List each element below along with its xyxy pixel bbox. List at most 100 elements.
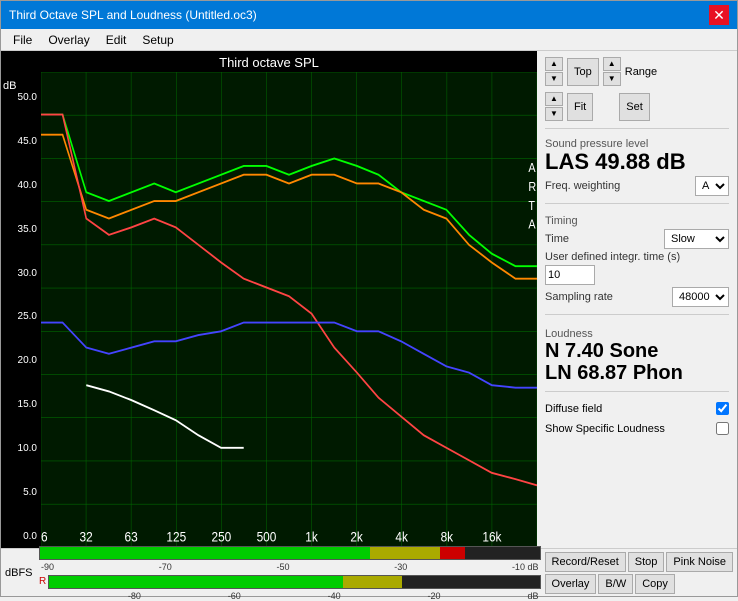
menu-edit[interactable]: Edit [98, 32, 135, 48]
y-tick-30: 30.0 [1, 268, 39, 279]
sampling-rate-row: Sampling rate 44100 48000 96000 [545, 287, 729, 307]
main-content: Third octave SPL dB 50.0 45.0 40.0 35.0 … [1, 51, 737, 548]
svg-text:500: 500 [257, 529, 277, 545]
action-buttons: Record/Reset Stop Pink Noise Overlay B/W… [545, 552, 733, 594]
range-up-button[interactable]: ▲ [603, 57, 621, 71]
stop-button[interactable]: Stop [628, 552, 665, 572]
menu-setup[interactable]: Setup [134, 32, 181, 48]
svg-text:8k: 8k [441, 529, 454, 545]
svg-text:1k: 1k [305, 529, 318, 545]
title-bar: Third Octave SPL and Loudness (Untitled.… [1, 1, 737, 29]
right-panel: ▲ ▼ Top ▲ ▼ Range ▲ ▼ Fit Set [537, 51, 737, 548]
window-title: Third Octave SPL and Loudness (Untitled.… [9, 8, 257, 22]
top-nav-group: ▲ ▼ [545, 57, 563, 86]
svg-text:2k: 2k [350, 529, 363, 545]
top-down-button[interactable]: ▼ [545, 72, 563, 86]
svg-text:T: T [528, 199, 535, 213]
ln-value: LN 68.87 Phon [545, 362, 729, 384]
fit-down-button[interactable]: ▼ [545, 107, 563, 121]
timing-section: Timing Time Slow Fast Impulse User defin… [545, 213, 729, 307]
y-tick-45: 45.0 [1, 136, 39, 147]
pink-noise-button[interactable]: Pink Noise [666, 552, 733, 572]
user-integr-row: User defined integr. time (s) [545, 251, 729, 285]
sampling-rate-label: Sampling rate [545, 291, 613, 303]
time-label: Time [545, 233, 569, 245]
svg-text:125: 125 [166, 529, 186, 545]
diffuse-field-row: Diffuse field [545, 402, 729, 415]
freq-weighting-select[interactable]: A B C Z [695, 176, 729, 196]
user-integr-label: User defined integr. time (s) [545, 251, 680, 263]
divider-3 [545, 314, 729, 315]
top-up-button[interactable]: ▲ [545, 57, 563, 71]
chart-area: Third octave SPL dB 50.0 45.0 40.0 35.0 … [1, 51, 537, 548]
fit-button[interactable]: Fit [567, 93, 593, 121]
action-btn-row-1: Record/Reset Stop Pink Noise [545, 552, 733, 572]
chart-canvas: 16 32 63 125 250 500 1k 2k 4k 8k 16k A R [41, 72, 537, 548]
r-label: R [39, 576, 46, 587]
y-tick-15: 15.0 [1, 399, 39, 410]
divider-2 [545, 203, 729, 204]
y-tick-5: 5.0 [1, 487, 39, 498]
diffuse-field-checkbox[interactable] [716, 402, 729, 415]
y-axis: dB 50.0 45.0 40.0 35.0 30.0 25.0 20.0 15… [1, 72, 41, 548]
svg-text:16: 16 [41, 529, 48, 545]
freq-weighting-label: Freq. weighting [545, 180, 620, 192]
divider-4 [545, 391, 729, 392]
bw-button[interactable]: B/W [598, 574, 633, 594]
y-tick-35: 35.0 [1, 224, 39, 235]
y-tick-40: 40.0 [1, 180, 39, 191]
y-tick-10: 10.0 [1, 443, 39, 454]
copy-button[interactable]: Copy [635, 574, 675, 594]
y-tick-20: 20.0 [1, 355, 39, 366]
meter-top-labels: -90-70-50-30-10 dB [39, 562, 541, 572]
svg-text:4k: 4k [395, 529, 408, 545]
top-button[interactable]: Top [567, 58, 599, 86]
set-button[interactable]: Set [619, 93, 650, 121]
close-button[interactable]: ✕ [709, 5, 729, 25]
menu-bar: File Overlay Edit Setup [1, 29, 737, 51]
loudness-section-label: Loudness [545, 328, 729, 340]
sampling-rate-select[interactable]: 44100 48000 96000 [672, 287, 729, 307]
record-reset-button[interactable]: Record/Reset [545, 552, 626, 572]
show-specific-checkbox[interactable] [716, 422, 729, 435]
loudness-section: Loudness N 7.40 Sone LN 68.87 Phon [545, 326, 729, 384]
bottom-bar: dBFS -90-70-50-30-10 dB R [1, 548, 737, 596]
range-down-button[interactable]: ▼ [603, 72, 621, 86]
menu-overlay[interactable]: Overlay [40, 32, 97, 48]
y-axis-db-label: dB [3, 80, 16, 92]
svg-text:32: 32 [79, 529, 92, 545]
freq-weighting-row: Freq. weighting A B C Z [545, 176, 729, 196]
svg-text:63: 63 [125, 529, 138, 545]
chart-title: Third octave SPL [1, 51, 537, 72]
overlay-button[interactable]: Overlay [545, 574, 597, 594]
range-nav-group: ▲ ▼ [603, 57, 621, 86]
menu-file[interactable]: File [5, 32, 40, 48]
time-row: Time Slow Fast Impulse [545, 229, 729, 249]
svg-text:A: A [528, 218, 535, 232]
time-select[interactable]: Slow Fast Impulse [664, 229, 729, 249]
dbfs-label: dBFS [5, 567, 35, 579]
user-integr-input[interactable] [545, 265, 595, 285]
divider-1 [545, 128, 729, 129]
meter-section: -90-70-50-30-10 dB R -80-60-40-20dB [39, 545, 541, 601]
timing-section-label: Timing [545, 215, 729, 227]
chart-wrapper: dB 50.0 45.0 40.0 35.0 30.0 25.0 20.0 15… [1, 72, 537, 548]
y-tick-0: 0.0 [1, 531, 39, 542]
show-specific-row: Show Specific Loudness [545, 422, 729, 435]
spl-value: LAS 49.88 dB [545, 150, 729, 174]
action-btn-row-2: Overlay B/W Copy [545, 574, 733, 594]
spl-section: Sound pressure level LAS 49.88 dB Freq. … [545, 136, 729, 196]
svg-text:16k: 16k [482, 529, 502, 545]
svg-text:250: 250 [212, 529, 232, 545]
fit-up-button[interactable]: ▲ [545, 92, 563, 106]
meter-bottom-labels: -80-60-40-20dB [39, 591, 541, 601]
svg-text:R: R [528, 180, 536, 194]
nav-controls: ▲ ▼ Top ▲ ▼ Range [545, 57, 729, 86]
range-label: Range [625, 66, 657, 78]
y-tick-50: 50.0 [1, 92, 39, 103]
main-window: Third Octave SPL and Loudness (Untitled.… [0, 0, 738, 597]
show-specific-label: Show Specific Loudness [545, 423, 665, 435]
fit-nav-group: ▲ ▼ [545, 92, 563, 121]
n-value: N 7.40 Sone [545, 340, 729, 362]
svg-text:A: A [528, 161, 535, 175]
